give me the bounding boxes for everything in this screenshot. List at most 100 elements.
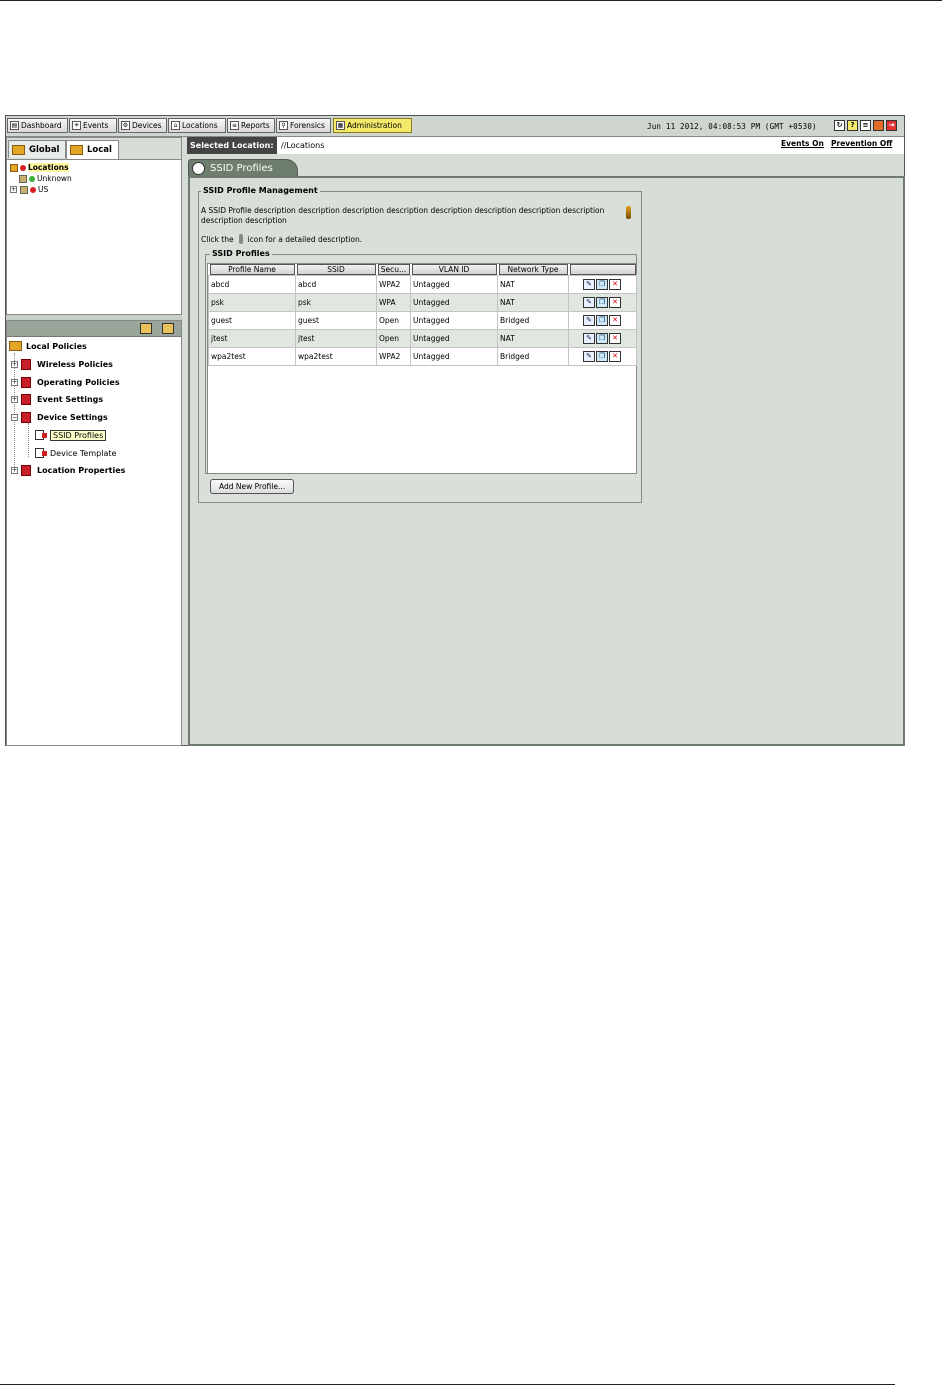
- cell-profile-name: guest: [208, 311, 296, 330]
- cell-vlan-id: Untagged: [410, 311, 498, 330]
- dashboard-icon: ▤: [10, 121, 19, 130]
- delete-icon[interactable]: ✕: [609, 297, 621, 308]
- cell-profile-name: wpa2test: [208, 347, 296, 366]
- table-row[interactable]: psk psk WPA Untagged NAT ✎ ❐ ✕: [208, 293, 637, 312]
- edit-icon[interactable]: ✎: [583, 279, 595, 290]
- collapse-all-icon[interactable]: [162, 323, 174, 334]
- copy-icon[interactable]: ❐: [596, 297, 608, 308]
- administration-icon: ▦: [336, 121, 345, 130]
- prevention-off-link[interactable]: Prevention Off: [831, 139, 892, 148]
- delete-icon[interactable]: ✕: [609, 315, 621, 326]
- tree-node-label: Unknown: [37, 174, 72, 183]
- policy-item-location-properties[interactable]: + Location Properties: [11, 463, 125, 477]
- add-new-profile-button[interactable]: Add New Profile...: [210, 479, 295, 494]
- policy-item-device-template[interactable]: Device Template: [35, 446, 116, 460]
- tree-node-unknown[interactable]: Unknown: [10, 173, 72, 184]
- management-title: SSID Profile Management: [201, 186, 320, 195]
- tab-ssid-profiles[interactable]: SSID Profiles: [188, 159, 298, 176]
- cell-profile-name: jtest: [208, 329, 296, 348]
- copy-icon[interactable]: ❐: [596, 279, 608, 290]
- devices-button[interactable]: ⚙ Devices: [118, 118, 167, 133]
- reports-label: Reports: [241, 121, 270, 130]
- ssid-profiles-group: SSID Profiles Profile Name SSID Secu... …: [205, 249, 637, 474]
- logout-icon[interactable]: ⇥: [886, 120, 897, 131]
- profiles-table: Profile Name SSID Secu... VLAN ID Networ…: [208, 264, 637, 366]
- list-icon[interactable]: ≡: [860, 120, 871, 131]
- table-row[interactable]: wpa2test wpa2test WPA2 Untagged Bridged …: [208, 347, 637, 366]
- tree-node-us[interactable]: + US: [10, 184, 72, 195]
- table-row[interactable]: guest guest Open Untagged Bridged ✎ ❐ ✕: [208, 311, 637, 330]
- policy-item-operating[interactable]: + Operating Policies: [11, 375, 120, 389]
- column-header-profile-name[interactable]: Profile Name: [209, 264, 296, 276]
- administration-button[interactable]: ▦ Administration: [333, 118, 412, 133]
- expand-icon[interactable]: +: [11, 378, 18, 386]
- cell-actions: ✎ ❐ ✕: [568, 329, 637, 348]
- help-icon[interactable]: ?: [847, 120, 858, 131]
- copy-icon[interactable]: ❐: [596, 351, 608, 362]
- column-header-ssid[interactable]: SSID: [296, 264, 377, 276]
- copy-icon[interactable]: ❐: [596, 315, 608, 326]
- cell-profile-name: psk: [208, 293, 296, 312]
- delete-icon[interactable]: ✕: [609, 351, 621, 362]
- expand-icon[interactable]: +: [11, 360, 18, 368]
- dashboard-button[interactable]: ▤ Dashboard: [7, 118, 68, 133]
- locations-label: Locations: [182, 121, 218, 130]
- edit-icon[interactable]: ✎: [583, 333, 595, 344]
- edit-icon[interactable]: ✎: [583, 351, 595, 362]
- expand-icon[interactable]: +: [11, 466, 18, 474]
- edit-icon[interactable]: ✎: [583, 297, 595, 308]
- events-on-link[interactable]: Events On: [781, 139, 824, 148]
- policy-item-wireless[interactable]: + Wireless Policies: [11, 357, 113, 371]
- reports-button[interactable]: ≡ Reports: [227, 118, 275, 133]
- cell-security: WPA: [376, 293, 411, 312]
- refresh-icon[interactable]: ↻: [834, 120, 845, 131]
- tab-local[interactable]: Local: [66, 140, 119, 159]
- copy-icon[interactable]: ❐: [596, 333, 608, 344]
- policy-root-label: Local Policies: [26, 341, 87, 351]
- forensics-label: Forensics: [290, 121, 325, 130]
- table-row[interactable]: jtest jtest Open Untagged NAT ✎ ❐ ✕: [208, 329, 637, 348]
- column-header-network-type[interactable]: Network Type: [498, 264, 569, 276]
- tree-node-label: US: [38, 185, 49, 194]
- policy-item-device-settings[interactable]: − Device Settings: [11, 410, 108, 424]
- template-doc-icon: [35, 448, 47, 458]
- policy-book-icon: [21, 376, 31, 388]
- cell-ssid: guest: [295, 311, 377, 330]
- folder-icon: [10, 163, 18, 172]
- info-icon[interactable]: [626, 206, 631, 219]
- locations-button[interactable]: ⌂ Locations: [168, 118, 226, 133]
- reports-icon: ≡: [230, 121, 239, 130]
- status-red-icon: [30, 186, 36, 193]
- cell-actions: ✎ ❐ ✕: [568, 311, 637, 330]
- expand-icon[interactable]: +: [10, 186, 17, 193]
- table-header-row: Profile Name SSID Secu... VLAN ID Networ…: [209, 264, 637, 276]
- delete-icon[interactable]: ✕: [609, 279, 621, 290]
- main-content: SSID Profile Management A SSID Profile d…: [188, 176, 905, 746]
- location-icon: [20, 185, 28, 194]
- column-header-security[interactable]: Secu...: [377, 264, 411, 276]
- shield-icon[interactable]: [873, 120, 884, 131]
- collapse-icon[interactable]: −: [11, 413, 18, 421]
- policy-item-label: Event Settings: [37, 394, 104, 404]
- column-header-vlan-id[interactable]: VLAN ID: [411, 264, 498, 276]
- devices-label: Devices: [132, 121, 162, 130]
- events-button[interactable]: ✳ Events: [69, 118, 117, 133]
- cell-actions: ✎ ❐ ✕: [568, 347, 637, 366]
- tree-node-locations[interactable]: Locations: [10, 162, 72, 173]
- policy-item-event-settings[interactable]: + Event Settings: [11, 392, 103, 406]
- forensics-button[interactable]: ⚲ Forensics: [276, 118, 331, 133]
- cell-security: Open: [376, 311, 411, 330]
- devices-icon: ⚙: [121, 121, 130, 130]
- edit-icon[interactable]: ✎: [583, 315, 595, 326]
- tab-global[interactable]: Global: [8, 140, 66, 158]
- page-top-rule: [0, 0, 942, 1]
- policy-root[interactable]: Local Policies: [9, 339, 87, 353]
- table-row[interactable]: abcd abcd WPA2 Untagged NAT ✎ ❐ ✕: [208, 275, 637, 294]
- policy-item-label: Location Properties: [37, 465, 126, 475]
- delete-icon[interactable]: ✕: [609, 333, 621, 344]
- expand-icon[interactable]: +: [11, 395, 18, 403]
- cell-network-type: Bridged: [497, 311, 569, 330]
- expand-all-icon[interactable]: [140, 323, 152, 334]
- policy-item-ssid-profiles[interactable]: SSID Profiles: [35, 428, 107, 442]
- cell-vlan-id: Untagged: [410, 347, 498, 366]
